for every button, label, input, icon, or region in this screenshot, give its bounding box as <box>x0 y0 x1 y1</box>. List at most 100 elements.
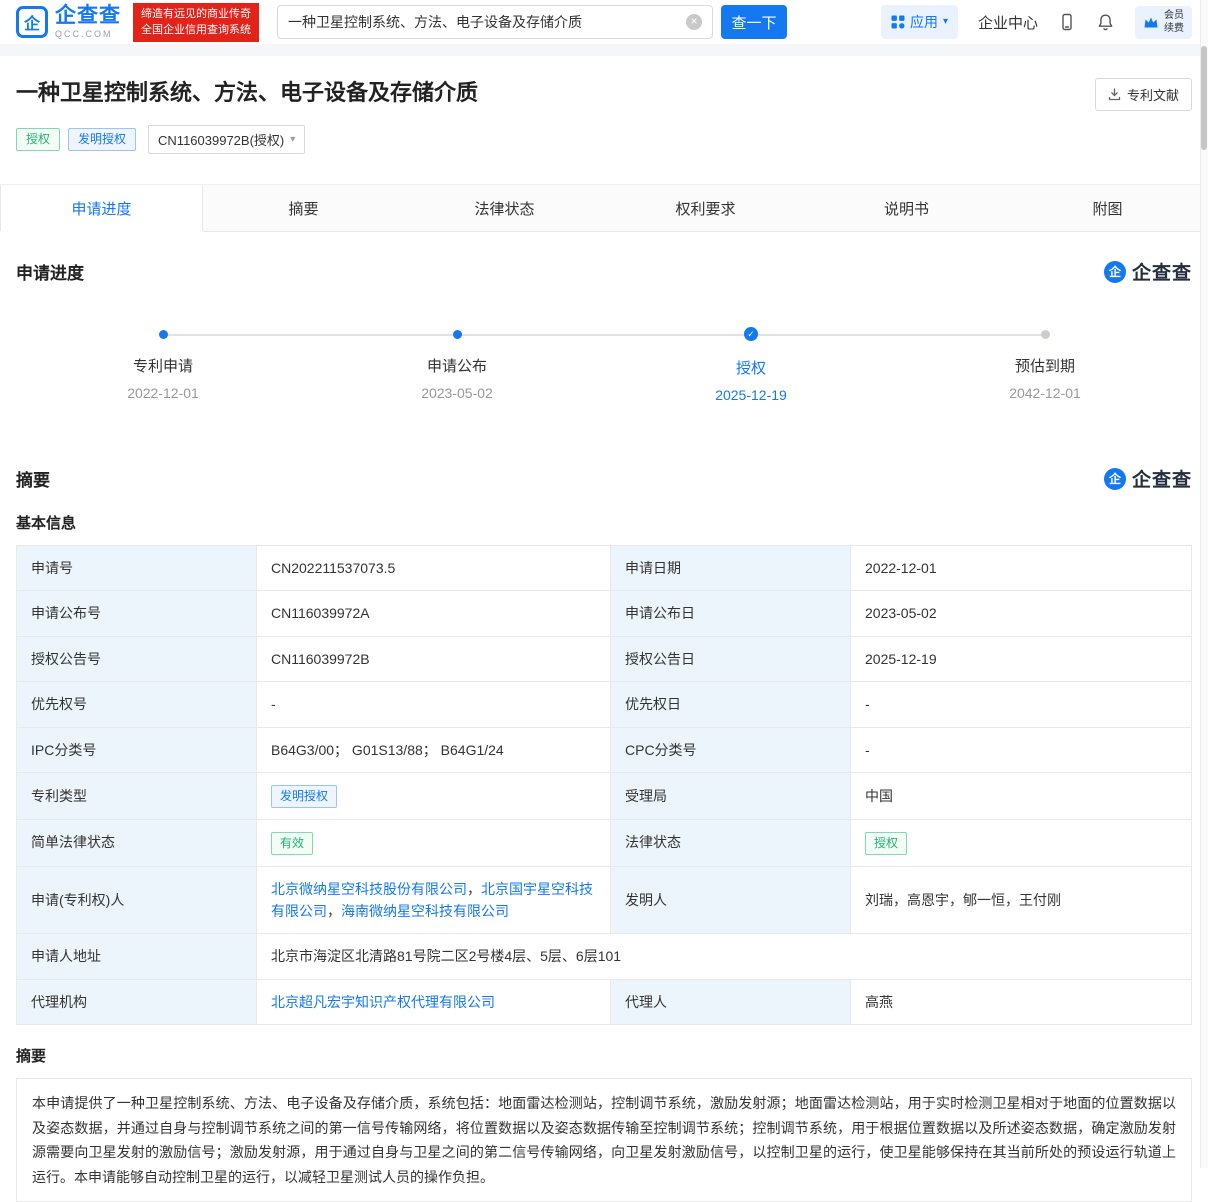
qcc-logo-icon: 企 <box>16 6 48 38</box>
basic-info-heading: 基本信息 <box>16 515 77 532</box>
status-tag: 授权 <box>865 831 908 855</box>
tab-4[interactable]: 权利要求 <box>605 185 806 231</box>
tab-1[interactable]: 申请进度 <box>0 185 203 231</box>
timeline-node: 预估到期 2042-12-01 <box>898 325 1192 403</box>
info-row: 申请公布号 CN116039972A 申请公布日 2023-05-02 <box>16 590 1192 637</box>
field-value: - <box>850 726 1192 773</box>
field-label: 代理机构 <box>16 978 257 1026</box>
search-clear-icon[interactable]: × <box>686 14 702 30</box>
field-value: 刘瑞，高恩宇，郇一恒，王付刚 <box>850 865 1192 935</box>
logo-name-cn: 企查查 <box>55 4 121 27</box>
timeline-dot <box>158 330 168 339</box>
field-value: 2025-12-19 <box>850 635 1192 683</box>
notification-bell-icon[interactable] <box>1096 13 1115 32</box>
timeline-date: 2022-12-01 <box>127 385 199 401</box>
enterprise-center-link[interactable]: 企业中心 <box>978 12 1038 33</box>
patent-version-value: CN116039972B(授权) <box>158 133 285 148</box>
progress-section-head: 申请进度 企 企查查 <box>16 258 1192 285</box>
field-label: 法律状态 <box>610 818 851 867</box>
entity-link[interactable]: 北京微纳星空科技股份有限公司 <box>271 881 467 897</box>
caret-down-icon: ▾ <box>942 16 948 27</box>
field-label: 申请号 <box>16 544 257 592</box>
summary-section: 摘要 企 企查查 基本信息 申请号 CN202211537073.5 申请日期 202… <box>0 465 1208 1202</box>
qcc-logo[interactable]: 企 企查查 QCC.COM <box>16 5 121 39</box>
field-value: 授权 <box>850 818 1192 867</box>
field-value: 有效 <box>256 818 611 867</box>
tab-6[interactable]: 附图 <box>1007 185 1208 231</box>
slogan-line2: 全国企业信用查询系统 <box>141 24 251 36</box>
timeline-dot <box>744 327 758 341</box>
field-label: 授权公告号 <box>16 635 257 683</box>
tab-3[interactable]: 法律状态 <box>404 185 605 231</box>
basic-info-tbody: 申请号 CN202211537073.5 申请日期 2022-12-01 申请公布号 CN… <box>16 544 1192 1026</box>
info-row: IPC分类号 B64G3/00； G01S13/88； B64G1/24 CPC分类… <box>16 726 1192 773</box>
field-label: 申请公布日 <box>610 590 851 637</box>
field-value: 北京市海淀区北清路81号院二区2号楼4层、5层、6层101 <box>256 933 1192 980</box>
qcc-watermark-icon: 企 <box>1103 467 1126 490</box>
tab-5[interactable]: 说明书 <box>806 185 1007 231</box>
scrollbar[interactable] <box>1201 46 1207 150</box>
info-row: 专利类型 发明授权 受理局 中国 <box>16 771 1192 820</box>
vip-renew-button[interactable]: 会员 续费 <box>1135 5 1192 39</box>
caret-down-icon: ▾ <box>290 133 296 145</box>
slogan-badge: 缔造有远见的商业传奇 全国企业信用查询系统 <box>133 2 259 42</box>
patent-tags: 授权 发明授权 <box>16 127 144 152</box>
scrollbar-track[interactable] <box>1200 0 1208 1168</box>
field-value: 2022-12-01 <box>850 544 1192 592</box>
top-nav: 应用 ▾ 企业中心 会员 续费 <box>880 5 1192 39</box>
tab-2[interactable]: 摘要 <box>203 185 404 231</box>
timeline-label: 预估到期 <box>1014 358 1075 375</box>
info-row: 申请(专利权)人 北京微纳星空科技股份有限公司，北京国宇星空科技有限公司，海南微纳… <box>16 865 1192 935</box>
timeline-date: 2023-05-02 <box>421 385 493 401</box>
field-value: 2023-05-02 <box>850 590 1192 637</box>
patent-doc-label: 专利文献 <box>1126 88 1179 103</box>
timeline-node: 申请公布 2023-05-02 <box>310 325 604 403</box>
abstract-heading: 摘要 <box>16 1048 47 1066</box>
entity-link[interactable]: 北京超凡宏宇知识产权代理有限公司 <box>271 994 495 1010</box>
field-label: 发明人 <box>610 865 851 935</box>
patent-title: 一种卫星控制系统、方法、电子设备及存储介质 <box>16 80 479 105</box>
vip-line1: 会员 <box>1164 9 1184 21</box>
qcc-watermark: 企 企查查 <box>1103 258 1192 285</box>
search-button[interactable]: 查一下 <box>721 5 787 39</box>
status-tag: 有效 <box>271 831 314 855</box>
entity-link[interactable]: 海南微纳星空科技有限公司 <box>341 903 509 919</box>
patent-version-select[interactable]: CN116039972B(授权) ▾ <box>148 125 306 154</box>
timeline-dot <box>1040 330 1050 339</box>
patent-doc-button[interactable]: 专利文献 <box>1094 78 1192 111</box>
info-row: 授权公告号 CN116039972B 授权公告日 2025-12-19 <box>16 635 1192 683</box>
qcc-watermark-text: 企查查 <box>1131 263 1192 284</box>
qcc-watermark: 企 企查查 <box>1103 465 1192 492</box>
status-tag: 发明授权 <box>271 784 338 808</box>
patent-status-tag: 授权 <box>16 127 61 152</box>
field-label: 授权公告日 <box>610 635 851 683</box>
logo-name-en: QCC.COM <box>55 29 113 39</box>
timeline-label: 专利申请 <box>132 358 193 375</box>
field-label: 受理局 <box>610 771 851 820</box>
progress-section: 申请进度 企 企查查 专利申请 2022-12-01 申请公布 2023-05-02 授… <box>0 258 1208 425</box>
field-label: 申请(专利权)人 <box>16 865 257 935</box>
crown-icon <box>1144 17 1158 28</box>
field-label: 简单法律状态 <box>16 818 257 867</box>
field-value: CN116039972B <box>256 635 611 683</box>
info-row: 简单法律状态 有效 法律状态 授权 <box>16 818 1192 867</box>
field-label: 申请人地址 <box>16 933 257 980</box>
info-row: 申请人地址 北京市海淀区北清路81号院二区2号楼4层、5层、6层101 <box>16 933 1192 980</box>
vip-label: 会员 续费 <box>1164 9 1184 36</box>
field-label: 代理人 <box>610 978 851 1026</box>
timeline-date: 2042-12-01 <box>1009 385 1081 401</box>
field-label: 优先权日 <box>610 681 851 728</box>
field-label: 优先权号 <box>16 681 257 728</box>
apps-menu-button[interactable]: 应用 ▾ <box>880 5 958 39</box>
field-value: 北京微纳星空科技股份有限公司，北京国宇星空科技有限公司，海南微纳星空科技有限公司 <box>256 865 611 935</box>
timeline: 专利申请 2022-12-01 申请公布 2023-05-02 授权 2025-12-19… <box>16 325 1192 425</box>
apps-label: 应用 <box>909 14 938 30</box>
summary-heading: 摘要 <box>16 471 50 490</box>
info-row: 申请号 CN202211537073.5 申请日期 2022-12-01 <box>16 544 1192 592</box>
search-input[interactable] <box>288 14 678 30</box>
vip-line2: 续费 <box>1164 23 1184 34</box>
mobile-phone-icon[interactable] <box>1058 13 1076 31</box>
grid-icon <box>891 15 905 29</box>
header-divider <box>0 44 1208 56</box>
field-label: 申请公布号 <box>16 590 257 637</box>
